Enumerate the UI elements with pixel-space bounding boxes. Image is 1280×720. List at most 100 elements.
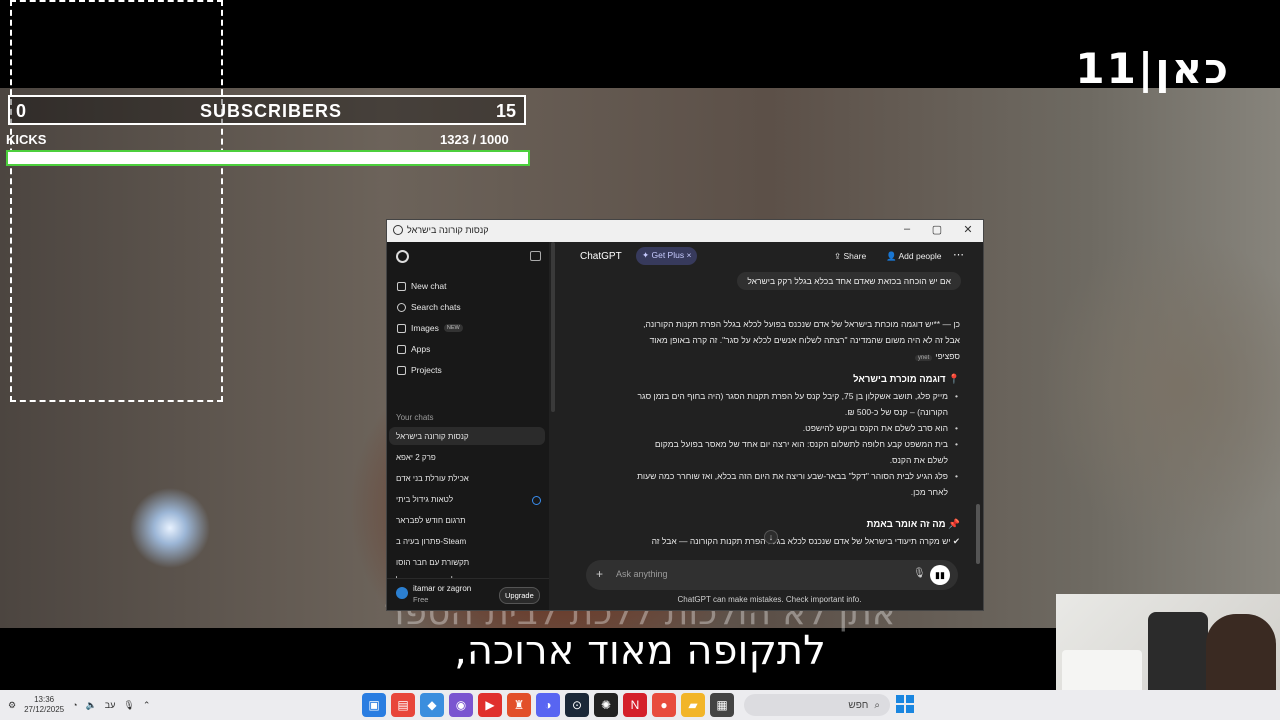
youtube-icon[interactable]: ▶ <box>478 693 502 717</box>
app-icon-1[interactable]: ▣ <box>362 693 386 717</box>
search-icon <box>397 302 406 312</box>
file-explorer-icon[interactable]: ▰ <box>681 693 705 717</box>
more-options-icon[interactable]: ⋯ <box>953 248 964 261</box>
answer-bullet: פלג הגיע לבית הסוהר "דקל" בבאר-שבע וריצה… <box>580 468 960 500</box>
answer-line: אבל זה לא היה משום שהמדינה "רצתה לשלוח א… <box>649 335 960 345</box>
chat-item[interactable]: Steam-פתרון בעיה ב <box>389 532 545 550</box>
wifi-icon[interactable]: ◔ <box>72 700 77 710</box>
sidebar-item-projects[interactable]: Projects <box>397 362 442 378</box>
model-selector[interactable]: ChatGPT <box>580 251 622 262</box>
sidebar-toggle-icon[interactable] <box>530 251 541 261</box>
taskbar: ⚙ 13:36 27/12/2025 ◔ 🔈 עב 🎙 ⌃ ▣ ▤ ◆ ◉ ▶ … <box>0 690 1280 720</box>
app-icon-4[interactable]: ◉ <box>449 693 473 717</box>
openai-logo-icon[interactable] <box>396 250 409 263</box>
steam-icon[interactable]: ⊙ <box>565 693 589 717</box>
sidebar-item-new-chat[interactable]: New chat <box>397 278 446 294</box>
app-icon-2[interactable]: ▤ <box>391 693 415 717</box>
subscribers-label: SUBSCRIBERS <box>200 101 343 121</box>
chat-scrollbar[interactable] <box>976 504 980 564</box>
answer-line: פלג הגיע לבית הסוהר "דקל" בבאר-שבע וריצה… <box>637 471 948 481</box>
discord-icon[interactable]: ◑ <box>536 693 560 717</box>
overlay-placeholder-box <box>10 0 223 402</box>
taskbar-apps: ▣ ▤ ◆ ◉ ▶ ♜ ◑ ⊙ ✺ N ● ▰ ▦ <box>362 693 734 717</box>
add-people-label: Add people <box>898 251 942 261</box>
sidebar-item-search-chats[interactable]: Search chats <box>397 299 461 315</box>
share-label: Share <box>843 251 867 261</box>
chat-item[interactable]: תרגום חודש לפבראר <box>389 511 545 529</box>
user-name: itamar or zagron <box>413 584 472 593</box>
composer[interactable]: + Ask anything 🎙 ▮▮ <box>586 560 958 590</box>
webcam-chair <box>1148 612 1208 702</box>
language-indicator[interactable]: עב <box>105 700 116 710</box>
sidebar-item-label: Projects <box>411 365 442 375</box>
taskbar-search[interactable]: חפש ⌕ <box>744 694 890 716</box>
image-icon <box>397 323 406 333</box>
get-plus-button[interactable]: ✦ Get Plus × <box>636 247 698 265</box>
chat-item[interactable]: קנסות קורונה בישראל <box>389 427 545 445</box>
search-placeholder: חפש <box>848 699 869 711</box>
clock-time: 13:36 <box>34 695 55 704</box>
voice-mode-icon[interactable]: ▮▮ <box>930 565 950 585</box>
windows-start-icon[interactable] <box>896 695 914 713</box>
kicks-count: 1323 / 1000 <box>440 132 509 147</box>
pencil-icon <box>397 281 406 291</box>
apps-icon <box>397 344 406 354</box>
sidebar-item-label: Search chats <box>411 302 461 312</box>
mic-tray-icon[interactable]: 🎙 <box>123 700 134 711</box>
answer-line: ספציפי <box>935 351 960 361</box>
upgrade-button[interactable]: Upgrade <box>499 587 540 604</box>
minimize-icon[interactable]: – <box>897 223 917 239</box>
brave-icon[interactable]: ♜ <box>507 693 531 717</box>
app-icon-3[interactable]: ◆ <box>420 693 444 717</box>
answer-bullet: מייק פלג, תושב אשקלון בן 75, קיבל קנס על… <box>580 388 960 420</box>
user-message: אם יש הוכחה בכזאת שאדם אחד בכלא בגלל רקק… <box>737 272 961 290</box>
microphone-icon[interactable]: 🎙 <box>913 568 926 579</box>
netflix-icon[interactable]: N <box>623 693 647 717</box>
chevron-up-icon[interactable]: ⌃ <box>143 700 151 711</box>
sidebar-item-label: Images <box>411 323 439 333</box>
source-chip[interactable]: ynet <box>914 355 933 361</box>
chat-item[interactable]: אכילת עורלת בני אדם <box>389 469 545 487</box>
chat-item[interactable]: תקשורת עם חבר הוסו <box>389 553 545 571</box>
sidebar-item-label: New chat <box>411 281 447 291</box>
new-badge: NEW <box>443 324 463 332</box>
search-icon: ⌕ <box>874 699 880 711</box>
kicks-label: KICKS <box>6 132 47 147</box>
user-profile[interactable]: itamar or zagron Free Upgrade <box>387 578 549 610</box>
subscribers-bar: 0 SUBSCRIBERS 15 <box>8 95 526 125</box>
close-icon[interactable]: ✕ <box>958 223 978 239</box>
sidebar-item-images[interactable]: Images NEW <box>397 320 463 336</box>
assistant-answer-example: 📍 דוגמה מוכרת בישראל מייק פלג, תושב אשקל… <box>580 372 960 500</box>
message-input[interactable]: Ask anything <box>616 569 668 579</box>
answer-line: כן — **יש דוגמה מוכחת בישראל של אדם שנכנ… <box>643 319 960 329</box>
volume-icon[interactable]: 🔈 <box>86 700 97 711</box>
answer-heading: 📍 דוגמה מוכרת בישראל <box>853 374 960 385</box>
assistant-answer-intro: כן — **יש דוגמה מוכחת בישראל של אדם שנכנ… <box>580 316 960 366</box>
scroll-down-icon[interactable]: ↓ <box>764 530 778 544</box>
chatgpt-icon[interactable]: ✺ <box>594 693 618 717</box>
subscribers-goal: 15 <box>495 101 516 121</box>
app-icon <box>393 225 403 235</box>
sidebar-item-apps[interactable]: Apps <box>397 341 430 357</box>
screen: כאן|11 אתן לא הולכות ללכת לבית הספר לתקו… <box>0 0 1280 720</box>
chat-item[interactable]: לטאות גידול ביתי <box>389 490 545 508</box>
share-button[interactable]: ⇪ Share <box>834 251 866 262</box>
window-titlebar[interactable]: קנסות קורונה בישראל – ▢ ✕ <box>387 220 983 242</box>
sidebar-scrollbar[interactable] <box>551 242 555 412</box>
add-people-button[interactable]: 👤 Add people <box>886 251 942 262</box>
folder-icon <box>397 365 406 375</box>
sidebar: New chat Search chats Images NEW Apps Pr… <box>387 242 549 610</box>
tray-app-icon[interactable]: ⚙ <box>8 700 16 711</box>
plus-icon[interactable]: + <box>596 567 603 581</box>
app-icon-6[interactable]: ▦ <box>710 693 734 717</box>
sidebar-item-label: Apps <box>411 344 431 354</box>
kicks-progress-fill <box>8 152 528 164</box>
maximize-icon[interactable]: ▢ <box>927 223 947 239</box>
channel-logo: כאן|11 <box>1075 44 1230 93</box>
chat-item[interactable]: פרק 2 יאפא <box>389 448 545 466</box>
clock[interactable]: 13:36 27/12/2025 <box>24 695 64 715</box>
system-tray: ⚙ 13:36 27/12/2025 ◔ 🔈 עב 🎙 ⌃ <box>8 690 150 720</box>
chatgpt-window: קנסות קורונה בישראל – ▢ ✕ New chat Searc… <box>386 219 984 611</box>
app-icon-5[interactable]: ● <box>652 693 676 717</box>
your-chats-heading: Your chats <box>396 413 434 422</box>
